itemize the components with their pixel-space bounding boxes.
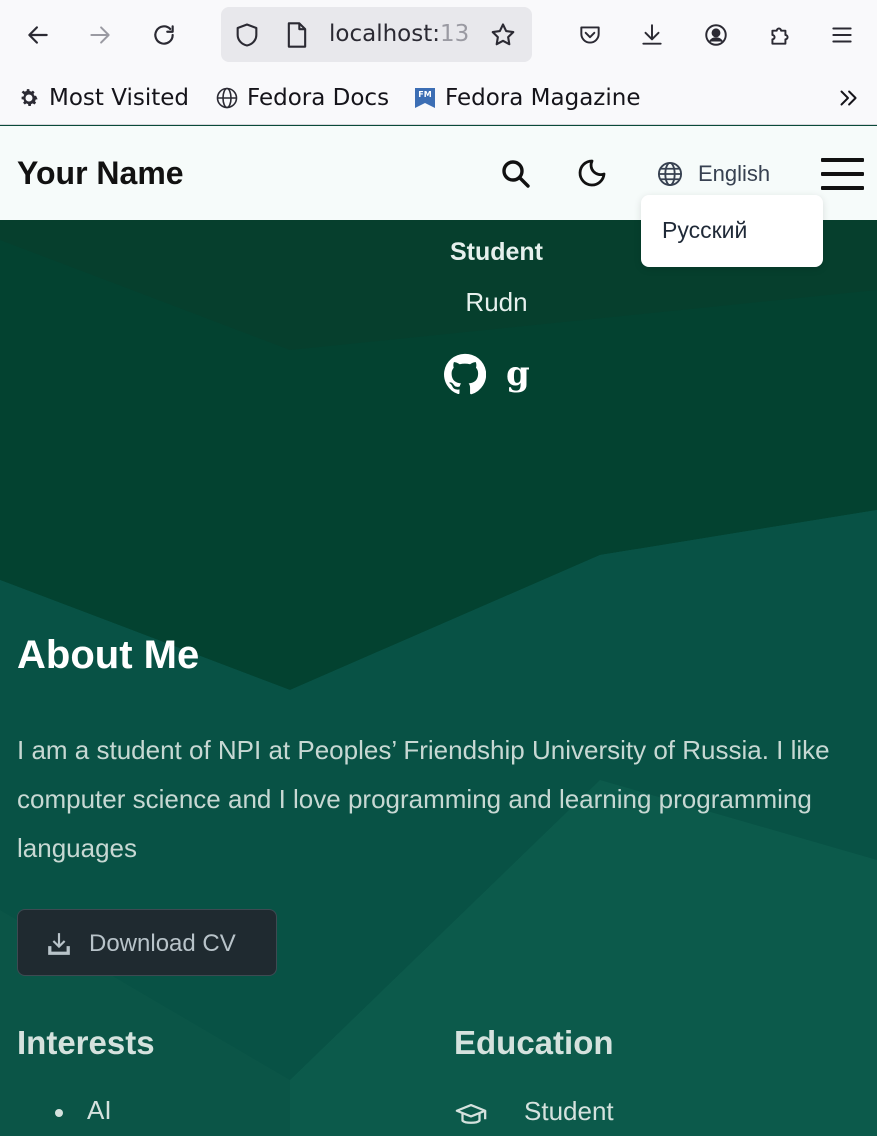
profile-organization: Rudn bbox=[465, 287, 528, 317]
about-title: About Me bbox=[17, 633, 200, 677]
forward-button[interactable] bbox=[78, 12, 122, 58]
bookmark-label: Most Visited bbox=[49, 85, 189, 111]
hamburger-menu-button[interactable] bbox=[821, 156, 865, 192]
download-icon bbox=[642, 24, 662, 45]
interests-list: AI bbox=[55, 1095, 112, 1126]
language-switcher[interactable]: English bbox=[656, 157, 770, 191]
graduation-cap-icon bbox=[455, 1103, 487, 1124]
account-button[interactable] bbox=[694, 12, 738, 58]
reload-button[interactable] bbox=[142, 12, 186, 58]
arrow-right-icon bbox=[90, 26, 110, 44]
back-button[interactable] bbox=[16, 12, 60, 58]
search-icon[interactable] bbox=[495, 153, 535, 193]
moon-icon[interactable] bbox=[572, 153, 612, 193]
account-icon bbox=[705, 24, 727, 46]
arrow-left-icon bbox=[28, 26, 48, 44]
language-current: English bbox=[698, 161, 771, 186]
bookmarks-bar: Most Visited Fedora Docs FM Fedora Magaz… bbox=[0, 72, 877, 125]
app-menu-button[interactable] bbox=[820, 12, 864, 58]
bookmark-label: Fedora Docs bbox=[247, 85, 390, 111]
page-icon[interactable] bbox=[285, 21, 309, 49]
chevrons-right-icon bbox=[840, 90, 857, 106]
downloads-button[interactable] bbox=[630, 12, 674, 58]
puzzle-icon bbox=[771, 27, 789, 45]
pocket-button[interactable] bbox=[568, 12, 612, 58]
extensions-button[interactable] bbox=[758, 12, 802, 58]
download-icon bbox=[48, 933, 70, 955]
globe-icon bbox=[215, 86, 239, 110]
hero-background bbox=[0, 220, 877, 1136]
bookmarks-overflow-button[interactable] bbox=[830, 82, 866, 114]
interests-title: Interests bbox=[17, 1024, 155, 1061]
shield-icon[interactable] bbox=[233, 21, 261, 49]
url-bar[interactable]: localhost:13 bbox=[221, 7, 532, 62]
education-title: Education bbox=[454, 1024, 614, 1061]
site-title[interactable]: Your Name bbox=[17, 155, 184, 192]
browser-toolbar: localhost:13 bbox=[0, 0, 877, 72]
education-item: Student bbox=[524, 1096, 614, 1126]
bookmark-most-visited[interactable]: Most Visited bbox=[17, 82, 189, 114]
language-option-russian[interactable]: Русский bbox=[662, 217, 747, 244]
bookmark-fedora-docs[interactable]: Fedora Docs bbox=[215, 82, 389, 114]
url-text[interactable]: localhost:13 bbox=[329, 21, 469, 47]
globe-icon bbox=[657, 161, 683, 187]
list-item: AI bbox=[55, 1095, 112, 1126]
hero-section bbox=[0, 220, 877, 1136]
bookmark-label: Fedora Magazine bbox=[445, 85, 641, 111]
menu-icon bbox=[832, 27, 852, 43]
pocket-icon bbox=[580, 26, 600, 44]
svg-text:FM: FM bbox=[418, 90, 431, 99]
fedora-magazine-icon: FM bbox=[413, 86, 437, 110]
language-dropdown: Русский bbox=[641, 195, 823, 267]
download-cv-button[interactable]: Download CV bbox=[17, 909, 277, 976]
download-cv-label: Download CV bbox=[89, 930, 236, 957]
google-scholar-icon[interactable]: g bbox=[506, 355, 540, 393]
github-icon[interactable] bbox=[443, 353, 486, 396]
bookmark-fedora-magazine[interactable]: FM Fedora Magazine bbox=[413, 82, 640, 114]
bookmark-star-icon[interactable] bbox=[489, 21, 517, 49]
reload-icon bbox=[154, 25, 174, 45]
gear-icon bbox=[17, 86, 41, 110]
about-text: I am a student of NPI at Peoples’ Friend… bbox=[17, 735, 830, 863]
